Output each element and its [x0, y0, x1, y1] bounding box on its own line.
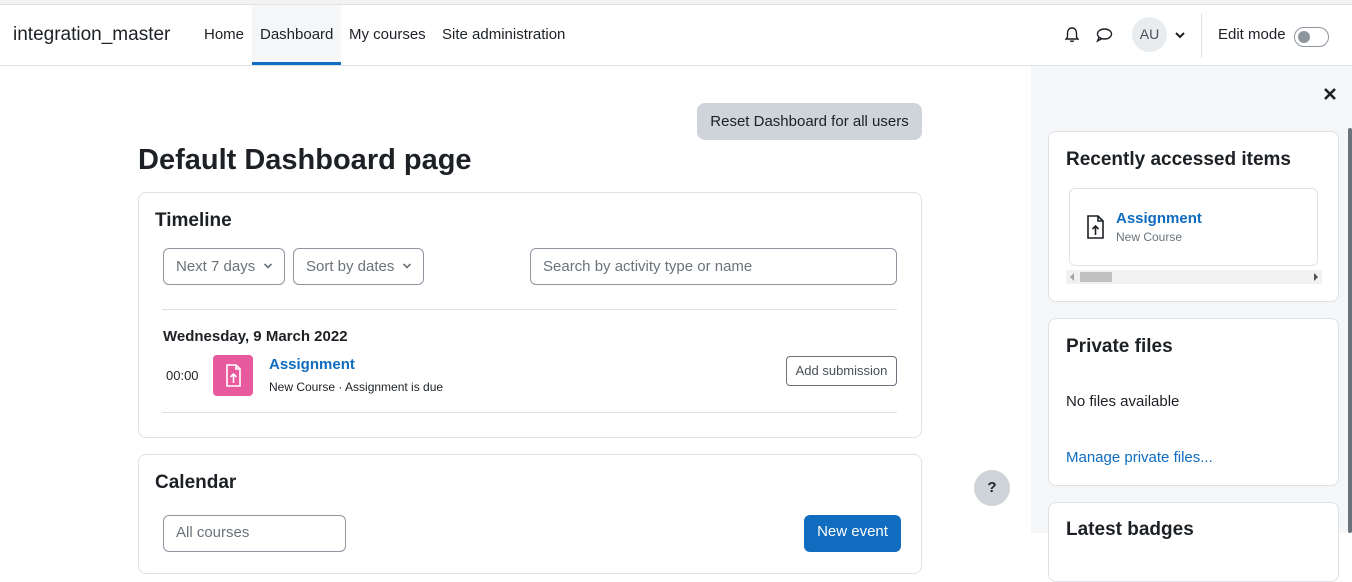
timeline-divider-bottom	[162, 412, 897, 413]
top-navbar: integration_master Home Dashboard My cou…	[0, 5, 1352, 66]
recent-item-name[interactable]: Assignment	[1116, 210, 1202, 227]
assignment-upload-icon	[226, 364, 241, 387]
edit-mode-label: Edit mode	[1218, 26, 1286, 43]
edit-mode-toggle-knob	[1298, 31, 1310, 43]
chevron-down-icon	[402, 263, 412, 269]
horizontal-scrollbar-thumb[interactable]	[1080, 272, 1112, 282]
nav-site-administration[interactable]: Site administration	[442, 26, 565, 43]
timeline-date-heading: Wednesday, 9 March 2022	[163, 328, 348, 345]
latest-badges-title: Latest badges	[1066, 519, 1194, 540]
recent-items-title: Recently accessed items	[1066, 149, 1291, 170]
recent-items-horizontal-scrollbar[interactable]	[1066, 270, 1322, 284]
help-button[interactable]: ?	[974, 470, 1010, 506]
calendar-course-select[interactable]: All courses	[163, 515, 346, 552]
user-menu-chevron-down-icon[interactable]	[1173, 29, 1187, 41]
drawer-scrollbar-thumb[interactable]	[1348, 128, 1352, 533]
nav-home[interactable]: Home	[204, 26, 244, 43]
page-title: Default Dashboard page	[138, 144, 472, 176]
timeline-title: Timeline	[155, 210, 232, 231]
latest-badges-card	[1048, 502, 1339, 582]
timeline-card	[138, 192, 922, 438]
timeline-day-filter[interactable]: Next 7 days	[163, 248, 285, 285]
reset-dashboard-button[interactable]: Reset Dashboard for all users	[697, 103, 922, 140]
timeline-sort-select[interactable]: Sort by dates	[293, 248, 424, 285]
nav-my-courses[interactable]: My courses	[349, 26, 426, 43]
add-submission-button[interactable]: Add submission	[786, 356, 897, 386]
messages-chat-icon[interactable]	[1094, 25, 1114, 45]
recent-item-course: New Course	[1116, 230, 1183, 244]
calendar-title: Calendar	[155, 472, 237, 493]
close-icon[interactable]	[1322, 86, 1338, 102]
chevron-down-icon	[263, 263, 273, 269]
private-files-empty-text: No files available	[1066, 393, 1180, 410]
recent-item[interactable]	[1069, 188, 1318, 266]
new-event-button[interactable]: New event	[804, 515, 901, 552]
assignment-activity-icon	[213, 355, 253, 396]
calendar-card	[138, 454, 922, 574]
scroll-left-arrow-icon[interactable]	[1069, 273, 1075, 281]
timeline-sort-label: Sort by dates	[306, 258, 395, 275]
timeline-divider	[162, 309, 897, 310]
notifications-bell-icon[interactable]	[1062, 25, 1082, 45]
manage-private-files-link[interactable]: Manage private files...	[1066, 449, 1213, 466]
timeline-search-input[interactable]: Search by activity type or name	[530, 248, 897, 285]
timeline-day-filter-label: Next 7 days	[176, 258, 256, 275]
nav-dashboard[interactable]: Dashboard	[260, 26, 333, 43]
timeline-assignment-detail: New Course · Assignment is due	[269, 380, 444, 394]
site-brand[interactable]: integration_master	[13, 24, 170, 46]
scroll-right-arrow-icon[interactable]	[1313, 273, 1319, 281]
private-files-title: Private files	[1066, 336, 1173, 357]
assignment-upload-icon	[1087, 215, 1104, 239]
edit-mode-toggle[interactable]	[1294, 27, 1329, 47]
navbar-divider	[1201, 13, 1202, 58]
timeline-item-time: 00:00	[166, 368, 199, 383]
drawer-scrollbar[interactable]	[1347, 128, 1352, 533]
user-avatar[interactable]: AU	[1132, 17, 1167, 52]
timeline-assignment-link[interactable]: Assignment	[269, 356, 355, 373]
